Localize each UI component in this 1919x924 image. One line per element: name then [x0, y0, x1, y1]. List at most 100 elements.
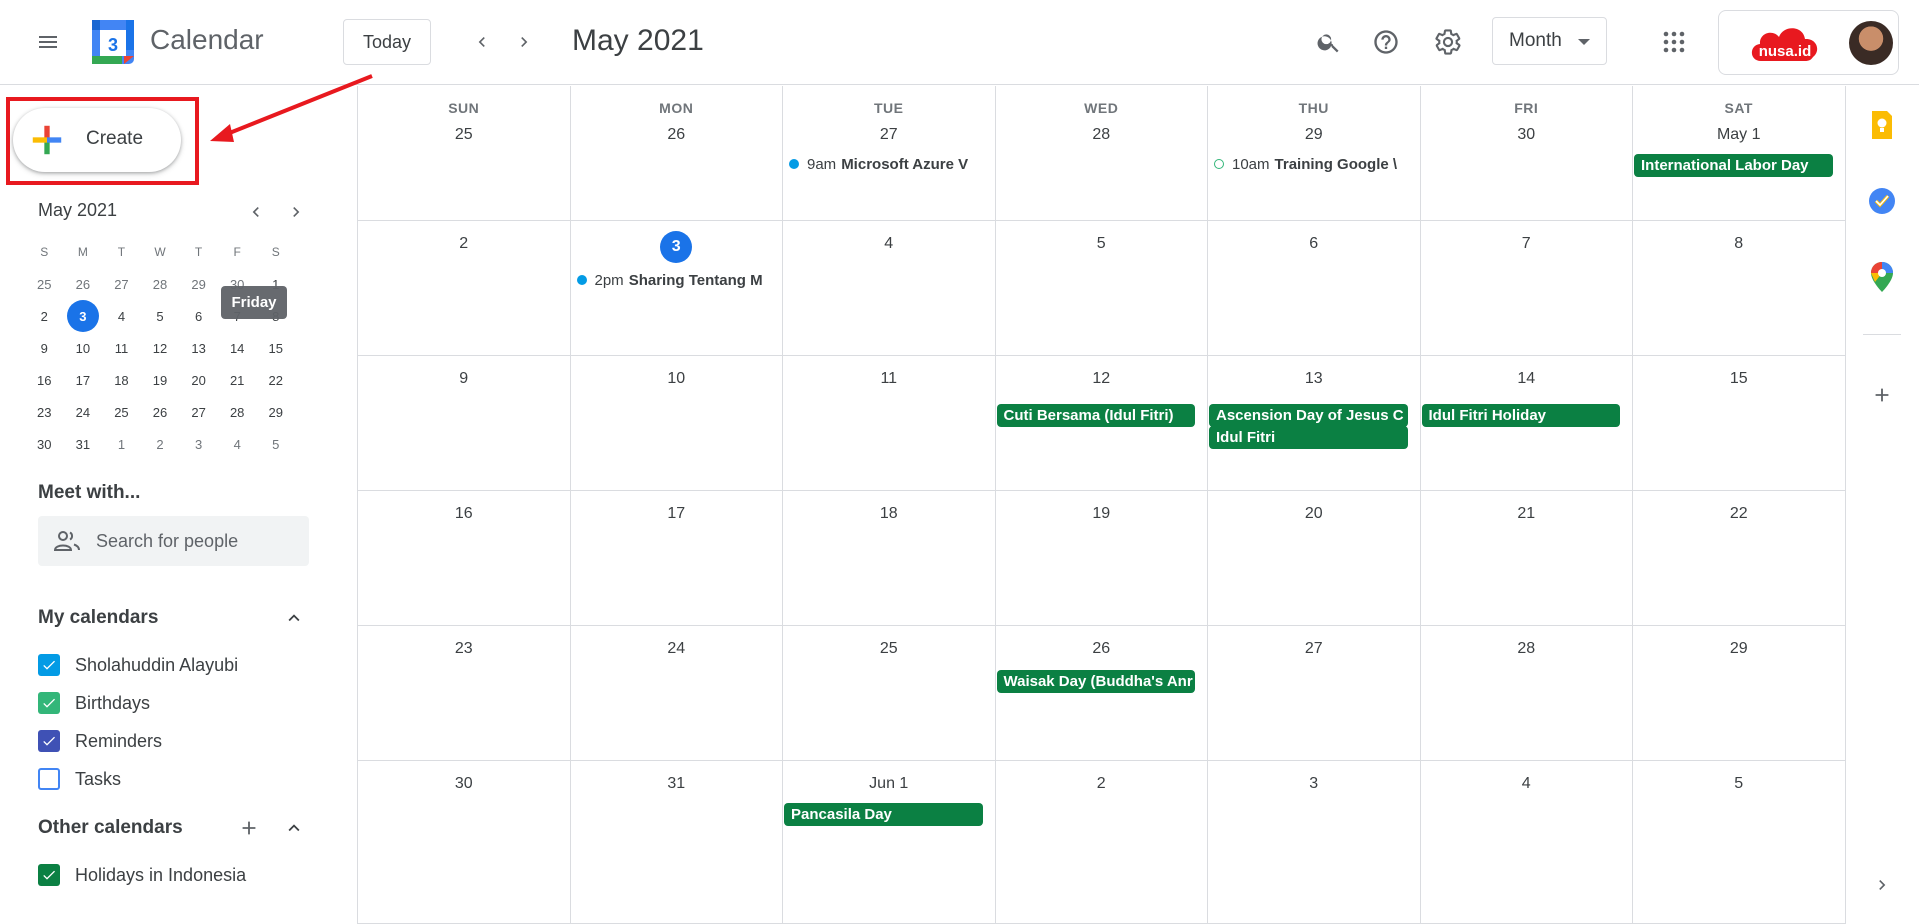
mini-calendar-day[interactable]: 29 [179, 268, 218, 300]
date-label[interactable]: 6 [1208, 235, 1420, 253]
people-search-field[interactable] [38, 516, 309, 566]
day-cell[interactable]: 3 [1208, 761, 1421, 924]
mini-calendar-today[interactable]: 3 [64, 300, 103, 332]
date-label[interactable]: Jun 1 [783, 775, 995, 793]
date-label[interactable]: 16 [358, 505, 570, 523]
timed-event[interactable]: 10am Training Google \ [1214, 153, 1406, 175]
day-cell[interactable]: 17 [570, 491, 783, 626]
all-day-event[interactable]: International Labor Day [1634, 154, 1833, 177]
date-label[interactable]: 25 [358, 126, 570, 144]
mini-calendar-day[interactable]: 10 [64, 332, 103, 364]
date-label[interactable]: 27 [1208, 640, 1420, 658]
today-button[interactable]: Today [343, 19, 431, 65]
all-day-event[interactable]: Ascension Day of Jesus C [1209, 404, 1408, 427]
day-cell[interactable]: 23 [358, 626, 571, 761]
day-cell[interactable]: 4 [783, 221, 996, 356]
day-cell[interactable]: 29 [1633, 626, 1846, 761]
date-label[interactable]: 29 [1633, 640, 1845, 658]
date-label[interactable]: 17 [571, 505, 783, 523]
date-label[interactable]: 20 [1208, 505, 1420, 523]
date-label[interactable]: 28 [1421, 640, 1633, 658]
date-label[interactable]: 18 [783, 505, 995, 523]
calendar-item[interactable]: Tasks [38, 764, 121, 794]
mini-calendar-prev-button[interactable] [240, 196, 272, 228]
calendar-item[interactable]: Sholahuddin Alayubi [38, 650, 238, 680]
day-cell[interactable]: 14 Idul Fitri Holiday [1420, 356, 1633, 491]
mini-calendar-day[interactable]: 31 [64, 428, 103, 460]
checkbox-checked-icon[interactable] [38, 730, 60, 752]
checkbox-checked-icon[interactable] [38, 692, 60, 714]
mini-calendar-day[interactable]: 28 [141, 268, 180, 300]
all-day-event[interactable]: Idul Fitri Holiday [1421, 404, 1620, 427]
mini-calendar-day[interactable]: 30 [25, 428, 64, 460]
other-calendars-title[interactable]: Other calendars [38, 817, 183, 839]
mini-calendar-day[interactable]: 3 [179, 428, 218, 460]
create-button[interactable]: Create [13, 108, 181, 172]
date-label[interactable]: 28 [996, 126, 1208, 144]
day-cell[interactable]: 27 [1208, 626, 1421, 761]
date-label[interactable]: 19 [996, 505, 1208, 523]
search-button[interactable] [1305, 18, 1353, 66]
date-label[interactable]: 25 [783, 640, 995, 658]
show-side-panel-button[interactable] [1863, 866, 1901, 904]
date-label[interactable]: 30 [358, 775, 570, 793]
day-cell[interactable]: 25 [783, 626, 996, 761]
maps-button[interactable] [1863, 258, 1901, 296]
date-label[interactable]: 4 [1421, 775, 1633, 793]
date-label[interactable]: 8 [1633, 235, 1845, 253]
date-label[interactable]: 13 [1208, 370, 1420, 388]
day-cell[interactable]: SAT May 1 International Labor Day [1633, 86, 1846, 221]
mini-calendar-day[interactable]: 23 [25, 396, 64, 428]
get-addons-button[interactable] [1863, 376, 1901, 414]
support-button[interactable] [1362, 18, 1410, 66]
day-cell[interactable]: 15 [1633, 356, 1846, 491]
mini-calendar-day[interactable]: 25 [25, 268, 64, 300]
date-label[interactable]: 21 [1421, 505, 1633, 523]
mini-calendar-day[interactable]: 24 [64, 396, 103, 428]
mini-calendar-next-button[interactable] [280, 196, 312, 228]
day-cell[interactable]: MON 26 [570, 86, 783, 221]
timed-event[interactable]: 2pm Sharing Tentang M [576, 269, 769, 291]
day-cell[interactable]: FRI 30 [1420, 86, 1633, 221]
today-date-label[interactable]: 3 [660, 231, 693, 263]
all-day-event[interactable]: Waisak Day (Buddha's Anr [996, 670, 1195, 693]
mini-calendar-day[interactable]: 4 [218, 428, 257, 460]
calendar-item[interactable]: Holidays in Indonesia [38, 860, 246, 890]
mini-calendar-day[interactable]: 4 [102, 300, 141, 332]
mini-calendar-day[interactable]: 27 [102, 268, 141, 300]
other-calendars-collapse-button[interactable] [278, 812, 310, 844]
mini-calendar-day[interactable]: 21 [218, 364, 257, 396]
day-cell[interactable]: 12 Cuti Bersama (Idul Fitri) [995, 356, 1208, 491]
date-label[interactable]: 15 [1633, 370, 1845, 388]
keep-button[interactable] [1863, 106, 1901, 144]
mini-calendar-day[interactable]: 5 [256, 428, 295, 460]
settings-button[interactable] [1424, 18, 1472, 66]
view-switcher-dropdown[interactable]: Month [1492, 17, 1607, 65]
day-cell[interactable]: WED 28 [995, 86, 1208, 221]
checkbox-unchecked-icon[interactable] [38, 768, 60, 790]
mini-calendar-day[interactable]: 15 [256, 332, 295, 364]
mini-calendar-day[interactable]: 17 [64, 364, 103, 396]
day-cell[interactable]: 10 [570, 356, 783, 491]
date-label[interactable]: 2 [996, 775, 1208, 793]
mini-calendar-day[interactable]: 14 [218, 332, 257, 364]
date-label[interactable]: 7 [1421, 235, 1633, 253]
day-cell[interactable]: 6 [1208, 221, 1421, 356]
day-cell[interactable]: 7 [1420, 221, 1633, 356]
day-cell[interactable]: 31 [570, 761, 783, 924]
day-cell[interactable]: 3 2pm Sharing Tentang M [570, 221, 783, 356]
mini-calendar-day[interactable]: 1 [102, 428, 141, 460]
mini-calendar-day[interactable]: 20 [179, 364, 218, 396]
day-cell[interactable]: THU 29 10am Training Google \ [1208, 86, 1421, 221]
day-cell[interactable]: 11 [783, 356, 996, 491]
date-label[interactable]: 11 [783, 370, 995, 388]
day-cell[interactable]: 9 [358, 356, 571, 491]
mini-calendar-day[interactable]: 22 [256, 364, 295, 396]
day-cell[interactable]: 18 [783, 491, 996, 626]
date-label[interactable]: 27 [783, 126, 995, 144]
all-day-event[interactable]: Pancasila Day [784, 803, 983, 826]
day-cell[interactable]: 4 [1420, 761, 1633, 924]
day-cell[interactable]: 22 [1633, 491, 1846, 626]
my-calendars-collapse-button[interactable] [278, 602, 310, 634]
day-cell[interactable]: 5 [1633, 761, 1846, 924]
